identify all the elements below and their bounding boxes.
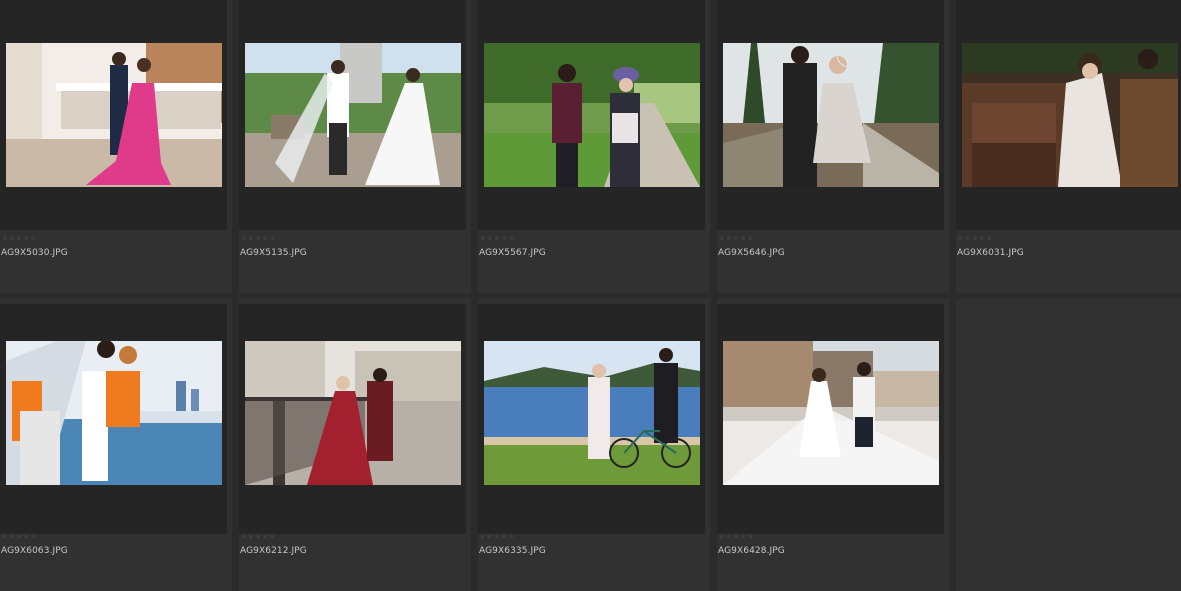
rating-stars[interactable]: ★★★★★ (957, 234, 993, 244)
photo-thumbnail[interactable] (484, 341, 700, 485)
thumbnail-filename: AG9X6212.JPG (240, 546, 307, 556)
empty-grid-cell (956, 298, 1181, 591)
thumbnail-filename: AG9X5646.JPG (718, 248, 785, 258)
thumbnail-cell[interactable]: ★★★★★ AG9X6335.JPG (478, 298, 710, 591)
thumbnail-filename: AG9X5135.JPG (240, 248, 307, 258)
thumbnail-cell[interactable]: ★★★★★ AG9X5135.JPG (239, 0, 471, 293)
rating-stars[interactable]: ★★★★★ (240, 234, 276, 244)
photo-thumbnail[interactable] (245, 341, 461, 485)
photo-thumbnail[interactable] (723, 43, 939, 187)
thumbnail-cell[interactable]: ★★★★★ AG9X5567.JPG (478, 0, 710, 293)
thumbnail-filename: AG9X5567.JPG (479, 248, 546, 258)
thumbnail-filename: AG9X5030.JPG (1, 248, 68, 258)
rating-stars[interactable]: ★★★★★ (1, 532, 37, 542)
rating-stars[interactable]: ★★★★★ (1, 234, 37, 244)
thumbnail-cell[interactable]: ★★★★★ AG9X6428.JPG (717, 298, 949, 591)
photo-thumbnail[interactable] (6, 341, 222, 485)
thumbnail-grid: ★★★★★ AG9X5030.JPG ★★★★★ AG9X5135.JPG ★★… (0, 0, 1181, 591)
rating-stars[interactable]: ★★★★★ (240, 532, 276, 542)
rating-stars[interactable]: ★★★★★ (479, 234, 515, 244)
rating-stars[interactable]: ★★★★★ (718, 234, 754, 244)
thumbnail-cell[interactable]: ★★★★★ AG9X6212.JPG (239, 298, 471, 591)
photo-thumbnail[interactable] (6, 43, 222, 187)
thumbnail-filename: AG9X6335.JPG (479, 546, 546, 556)
rating-stars[interactable]: ★★★★★ (479, 532, 515, 542)
photo-thumbnail[interactable] (484, 43, 700, 187)
thumbnail-cell[interactable]: ★★★★★ AG9X5646.JPG (717, 0, 949, 293)
thumbnail-cell[interactable]: ★★★★★ AG9X6063.JPG (0, 298, 232, 591)
photo-thumbnail[interactable] (245, 43, 461, 187)
photo-thumbnail[interactable] (723, 341, 939, 485)
rating-stars[interactable]: ★★★★★ (718, 532, 754, 542)
thumbnail-cell[interactable]: ★★★★★ AG9X6031.JPG (956, 0, 1181, 293)
photo-thumbnail[interactable] (962, 43, 1178, 187)
thumbnail-filename: AG9X6428.JPG (718, 546, 785, 556)
thumbnail-cell[interactable]: ★★★★★ AG9X5030.JPG (0, 0, 232, 293)
thumbnail-filename: AG9X6063.JPG (1, 546, 68, 556)
thumbnail-filename: AG9X6031.JPG (957, 248, 1024, 258)
